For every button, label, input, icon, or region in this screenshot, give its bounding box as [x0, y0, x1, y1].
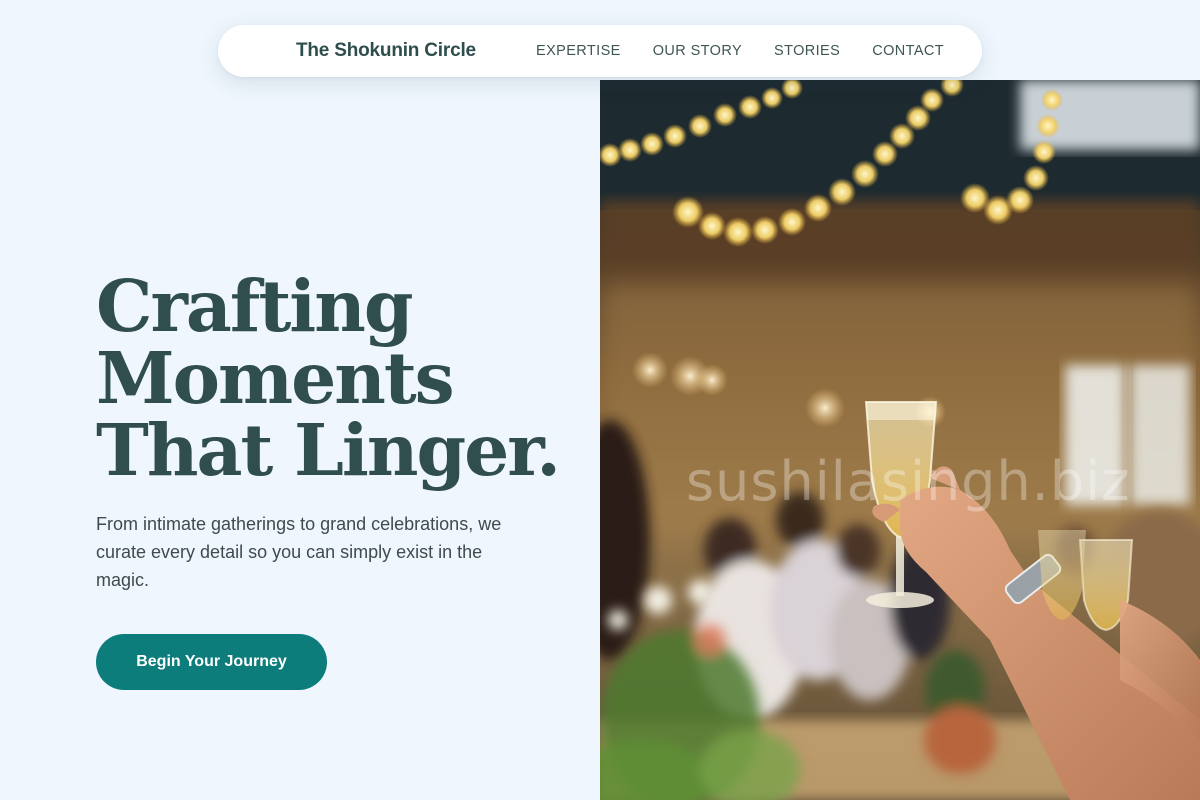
- hero-image-illustration: [600, 80, 1200, 800]
- hero-title-line-2: Moments: [96, 336, 455, 420]
- window-right-2: [1130, 365, 1190, 505]
- nav-link-our-story[interactable]: OUR STORY: [653, 43, 742, 59]
- sconce-light-4: [805, 388, 845, 428]
- hero-subtitle: From intimate gatherings to grand celebr…: [96, 514, 502, 590]
- hero-image-celebration-toast: sushilasingh.biz: [600, 80, 1200, 800]
- nav-item-our-story: OUR STORY: [653, 43, 742, 59]
- nav-item-contact: CONTACT: [872, 43, 944, 59]
- nav-links: EXPERTISE OUR STORY STORIES CONTACT: [536, 25, 944, 77]
- hero-title-line-1: Crafting: [96, 264, 414, 348]
- hero-title-line-3: That Linger.: [96, 408, 561, 492]
- image-watermark: sushilasingh.biz: [686, 450, 1131, 513]
- page: The Shokunin Circle EXPERTISE OUR STORY …: [0, 0, 1200, 800]
- begin-journey-button[interactable]: Begin Your Journey: [96, 634, 327, 690]
- top-navigation: The Shokunin Circle EXPERTISE OUR STORY …: [218, 25, 982, 77]
- sconce-light-3: [696, 364, 728, 396]
- nav-item-stories: STORIES: [774, 43, 840, 59]
- nav-link-expertise[interactable]: EXPERTISE: [536, 43, 621, 59]
- nav-link-contact[interactable]: CONTACT: [872, 43, 944, 59]
- brand-logo-link[interactable]: The Shokunin Circle: [296, 25, 476, 77]
- nav-link-stories[interactable]: STORIES: [774, 43, 840, 59]
- sconce-light-1: [632, 352, 668, 388]
- hero-title: Crafting Moments That Linger.: [96, 270, 576, 486]
- nav-item-expertise: EXPERTISE: [536, 43, 621, 59]
